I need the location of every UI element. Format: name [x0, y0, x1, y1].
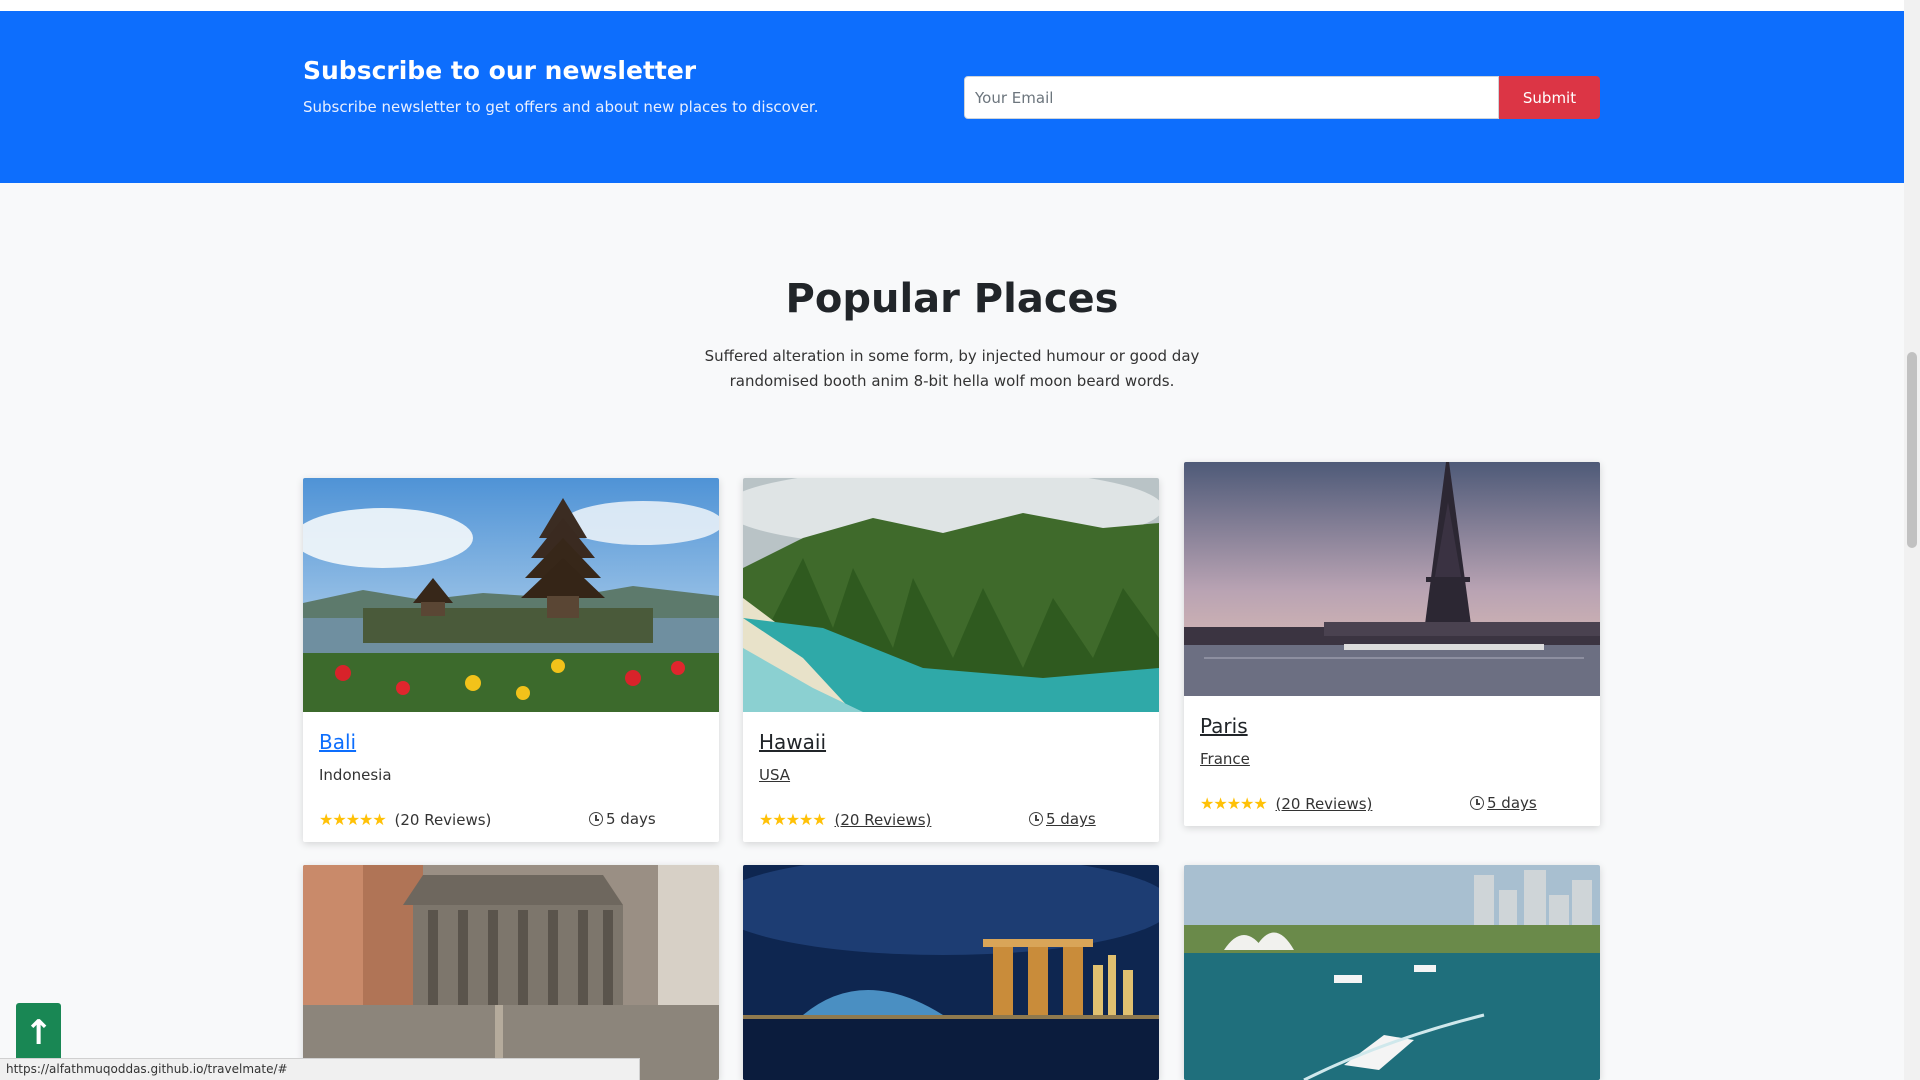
- duration-label: 5 days: [1046, 810, 1096, 828]
- reviews-link[interactable]: (20 Reviews): [1276, 795, 1373, 813]
- card-country-link[interactable]: France: [1200, 750, 1584, 768]
- top-strip: [0, 0, 1904, 11]
- arrow-up-icon: ↑: [24, 1013, 53, 1053]
- email-input[interactable]: [964, 76, 1499, 119]
- place-card-bali[interactable]: Bali Indonesia ★★★★★ (20 Reviews) 5 days: [303, 478, 719, 842]
- rating-stars-icon: ★★★★★: [759, 810, 827, 829]
- page-scrollbar[interactable]: [1904, 0, 1920, 1080]
- bali-image: [303, 478, 719, 712]
- newsletter-title: Subscribe to our newsletter: [303, 56, 697, 85]
- paris-image: [1184, 462, 1600, 696]
- newsletter-section: Subscribe to our newsletter Subscribe ne…: [0, 11, 1904, 183]
- reviews-link[interactable]: (20 Reviews): [835, 811, 932, 829]
- place-card-rome[interactable]: [303, 865, 719, 1080]
- browser-status-url: https://alfathmuqoddas.github.io/travelm…: [0, 1058, 640, 1080]
- clock-icon: [589, 812, 603, 826]
- duration-label: 5 days: [1487, 794, 1537, 812]
- card-title-link[interactable]: Bali: [319, 730, 356, 754]
- hawaii-image: [743, 478, 1159, 712]
- popular-places-title: Popular Places: [785, 276, 1119, 322]
- card-country-link[interactable]: USA: [759, 766, 1143, 784]
- clock-icon: [1029, 812, 1043, 826]
- card-title-link[interactable]: Hawaii: [759, 730, 826, 754]
- place-card-sydney[interactable]: [1184, 865, 1600, 1080]
- duration-link[interactable]: 5 days: [1470, 794, 1537, 812]
- place-card-singapore[interactable]: [743, 865, 1159, 1080]
- place-card-hawaii[interactable]: Hawaii USA ★★★★★ (20 Reviews) 5 days: [743, 478, 1159, 842]
- reviews-count: (20 Reviews): [394, 811, 492, 829]
- back-to-top-button[interactable]: ↑: [16, 1003, 61, 1063]
- sydney-image: [1184, 865, 1600, 1080]
- rating-stars-icon: ★★★★★: [319, 810, 387, 829]
- singapore-image: [743, 865, 1159, 1080]
- duration-link[interactable]: 5 days: [1029, 810, 1096, 828]
- card-title-link[interactable]: Paris: [1200, 714, 1248, 738]
- clock-icon: [1470, 796, 1484, 810]
- place-card-paris[interactable]: Paris France ★★★★★ (20 Reviews) 5 days: [1184, 462, 1600, 826]
- scrollbar-thumb[interactable]: [1907, 352, 1917, 548]
- card-country: Indonesia: [319, 766, 392, 784]
- duration-label: 5 days: [606, 810, 656, 828]
- submit-button[interactable]: Submit: [1499, 76, 1600, 119]
- newsletter-subtitle: Subscribe newsletter to get offers and a…: [303, 98, 819, 116]
- rating-stars-icon: ★★★★★: [1200, 794, 1268, 813]
- popular-places-subtitle: Suffered alteration in some form, by inj…: [704, 347, 1200, 390]
- rome-image: [303, 865, 719, 1080]
- duration: 5 days: [589, 810, 656, 828]
